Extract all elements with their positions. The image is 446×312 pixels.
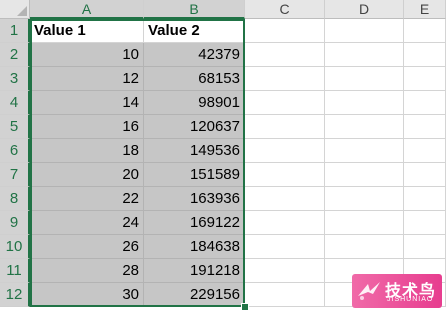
row-header-12[interactable]: 12 bbox=[0, 283, 30, 307]
fill-handle[interactable] bbox=[241, 303, 249, 311]
cell-b3[interactable]: 68153 bbox=[144, 67, 245, 91]
cell-d6[interactable] bbox=[325, 139, 404, 163]
cell-e6[interactable] bbox=[404, 139, 446, 163]
cell-d9[interactable] bbox=[325, 211, 404, 235]
row-header-9[interactable]: 9 bbox=[0, 211, 30, 235]
row-header-2[interactable]: 2 bbox=[0, 43, 30, 67]
cell-c10[interactable] bbox=[245, 235, 325, 259]
cell-d8[interactable] bbox=[325, 187, 404, 211]
cell-b11[interactable]: 191218 bbox=[144, 259, 245, 283]
cell-a1[interactable]: Value 1 bbox=[30, 19, 144, 43]
cell-a11[interactable]: 28 bbox=[30, 259, 144, 283]
select-all-button[interactable] bbox=[0, 0, 30, 19]
row-header-10[interactable]: 10 bbox=[0, 235, 30, 259]
cell-e3[interactable] bbox=[404, 67, 446, 91]
watermark-logo: 技术鸟 JISHUNIAO bbox=[352, 274, 442, 308]
column-header-c[interactable]: C bbox=[245, 0, 325, 19]
cell-a2[interactable]: 10 bbox=[30, 43, 144, 67]
cell-c5[interactable] bbox=[245, 115, 325, 139]
column-header-b[interactable]: B bbox=[144, 0, 245, 19]
cell-a10[interactable]: 26 bbox=[30, 235, 144, 259]
cell-a5[interactable]: 16 bbox=[30, 115, 144, 139]
row-header-4[interactable]: 4 bbox=[0, 91, 30, 115]
cell-c3[interactable] bbox=[245, 67, 325, 91]
bird-icon bbox=[358, 282, 380, 300]
row-header-6[interactable]: 6 bbox=[0, 139, 30, 163]
cell-c7[interactable] bbox=[245, 163, 325, 187]
cell-a12[interactable]: 30 bbox=[30, 283, 144, 307]
cell-d3[interactable] bbox=[325, 67, 404, 91]
cell-b1[interactable]: Value 2 bbox=[144, 19, 245, 43]
cell-b6[interactable]: 149536 bbox=[144, 139, 245, 163]
cell-c4[interactable] bbox=[245, 91, 325, 115]
cell-e8[interactable] bbox=[404, 187, 446, 211]
cell-b8[interactable]: 163936 bbox=[144, 187, 245, 211]
row-header-5[interactable]: 5 bbox=[0, 115, 30, 139]
cell-a4[interactable]: 14 bbox=[30, 91, 144, 115]
cell-b5[interactable]: 120637 bbox=[144, 115, 245, 139]
cell-c11[interactable] bbox=[245, 259, 325, 283]
cell-a9[interactable]: 24 bbox=[30, 211, 144, 235]
cell-a3[interactable]: 12 bbox=[30, 67, 144, 91]
row-header-11[interactable]: 11 bbox=[0, 259, 30, 283]
cell-a6[interactable]: 18 bbox=[30, 139, 144, 163]
cell-e5[interactable] bbox=[404, 115, 446, 139]
column-header-d[interactable]: D bbox=[325, 0, 404, 19]
row-header-7[interactable]: 7 bbox=[0, 163, 30, 187]
cell-c8[interactable] bbox=[245, 187, 325, 211]
cell-c9[interactable] bbox=[245, 211, 325, 235]
cell-e4[interactable] bbox=[404, 91, 446, 115]
row-header-3[interactable]: 3 bbox=[0, 67, 30, 91]
cell-d2[interactable] bbox=[325, 43, 404, 67]
cell-c1[interactable] bbox=[245, 19, 325, 43]
cell-d7[interactable] bbox=[325, 163, 404, 187]
cell-b9[interactable]: 169122 bbox=[144, 211, 245, 235]
select-all-triangle-icon bbox=[17, 6, 27, 16]
cell-a7[interactable]: 20 bbox=[30, 163, 144, 187]
cell-e9[interactable] bbox=[404, 211, 446, 235]
cell-c12[interactable] bbox=[245, 283, 325, 307]
cell-e1[interactable] bbox=[404, 19, 446, 43]
cell-d10[interactable] bbox=[325, 235, 404, 259]
cell-c6[interactable] bbox=[245, 139, 325, 163]
watermark-subtitle: JISHUNIAO bbox=[387, 296, 434, 303]
cell-b4[interactable]: 98901 bbox=[144, 91, 245, 115]
cell-e7[interactable] bbox=[404, 163, 446, 187]
cell-b2[interactable]: 42379 bbox=[144, 43, 245, 67]
cell-b12[interactable]: 229156 bbox=[144, 283, 245, 307]
spreadsheet-grid: A B C D E 1 Value 1 Value 2 2 10 42379 3 12 6815… bbox=[0, 0, 446, 312]
row-header-1[interactable]: 1 bbox=[0, 19, 30, 43]
cell-e2[interactable] bbox=[404, 43, 446, 67]
column-header-e[interactable]: E bbox=[404, 0, 446, 19]
cell-a8[interactable]: 22 bbox=[30, 187, 144, 211]
cell-b10[interactable]: 184638 bbox=[144, 235, 245, 259]
cell-b7[interactable]: 151589 bbox=[144, 163, 245, 187]
row-header-8[interactable]: 8 bbox=[0, 187, 30, 211]
cell-c2[interactable] bbox=[245, 43, 325, 67]
cell-d1[interactable] bbox=[325, 19, 404, 43]
cell-d5[interactable] bbox=[325, 115, 404, 139]
column-header-a[interactable]: A bbox=[30, 0, 144, 19]
cell-e10[interactable] bbox=[404, 235, 446, 259]
cell-d4[interactable] bbox=[325, 91, 404, 115]
